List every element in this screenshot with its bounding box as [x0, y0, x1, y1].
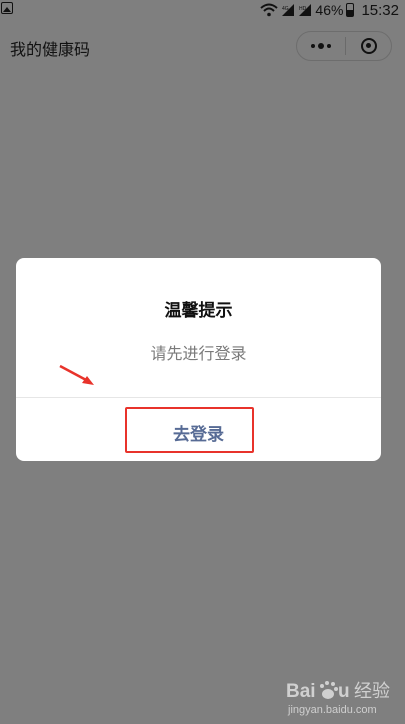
dialog-message: 请先进行登录 [150, 344, 247, 363]
svg-text:经验: 经验 [354, 681, 390, 702]
dialog-title: 温馨提示 [164, 301, 233, 321]
clock: 15:32 [361, 1, 399, 19]
more-dot-icon [327, 44, 331, 48]
more-dot-icon [318, 43, 324, 49]
network-label-1: 4G [282, 6, 289, 12]
baidu-jingyan-logo: Bai u 经验 [286, 681, 390, 702]
header: 我的健康码 [0, 20, 405, 72]
battery-icon [346, 3, 355, 17]
close-mini-program-button[interactable] [346, 32, 391, 60]
mini-program-capsule [296, 31, 392, 61]
signal-icon-2: HD [299, 4, 312, 16]
status-bar: 4G HD 46% 15:32 [0, 0, 405, 20]
page-title: 我的健康码 [10, 40, 91, 59]
watermark-url: jingyan.baidu.com [288, 704, 377, 716]
svg-text:Bai: Bai [286, 681, 316, 702]
wifi-icon [260, 3, 279, 17]
gallery-icon [1, 2, 13, 14]
watermark: Bai u 经验 jingyan.baidu.com [284, 676, 402, 720]
network-label-2: HD [299, 6, 307, 12]
status-right: 4G HD 46% 15:32 [260, 1, 399, 19]
target-icon [360, 38, 377, 54]
modal-dialog: 温馨提示 请先进行登录 去登录 [16, 258, 381, 461]
more-dot-icon [311, 44, 315, 48]
login-button-label: 去登录 [173, 425, 224, 444]
login-button[interactable]: 去登录 [16, 398, 381, 461]
battery-percent: 46% [315, 2, 344, 18]
signal-icon: 4G [282, 4, 295, 16]
svg-text:u: u [338, 681, 350, 702]
more-button[interactable] [297, 32, 345, 60]
